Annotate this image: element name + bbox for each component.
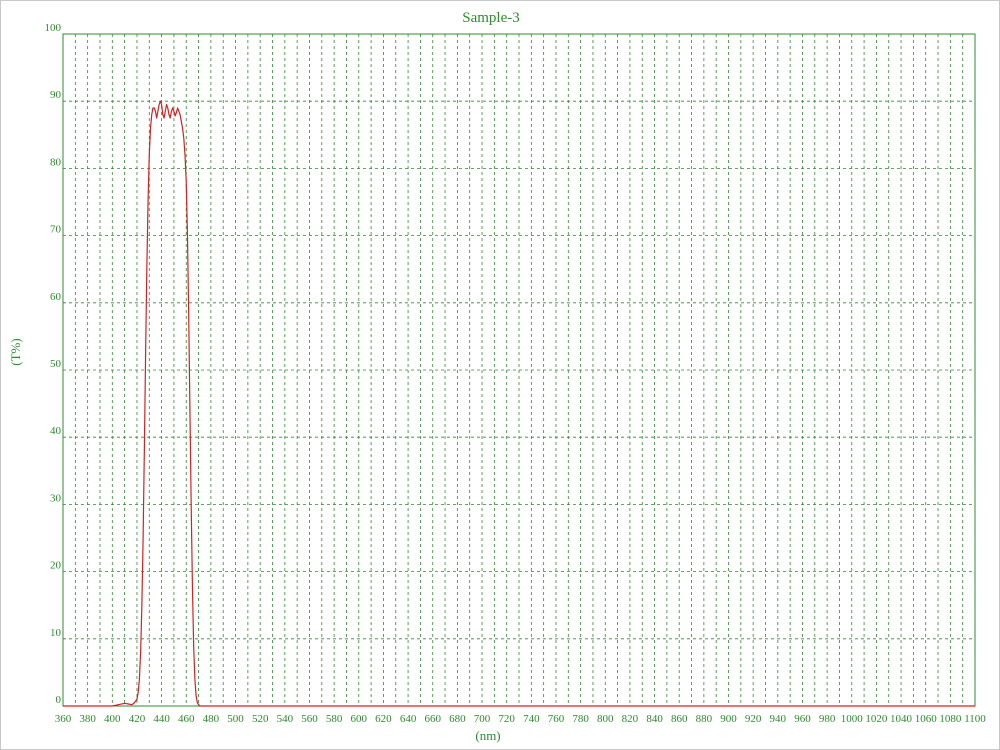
x-tick-label: 720 <box>498 713 515 725</box>
x-tick-label: 1000 <box>841 713 864 725</box>
window-border <box>0 0 1000 750</box>
chart-svg: Sample-3 0102030405060708090100 360 380 40… <box>0 0 1000 750</box>
x-tick-label: 780 <box>572 713 589 725</box>
x-tick-label: 1020 <box>865 713 888 725</box>
x-tick-label: 860 <box>671 713 688 725</box>
x-tick-label: 560 <box>301 713 318 725</box>
chart-title: Sample-3 <box>462 10 520 26</box>
x-tick-label: 440 <box>153 713 170 725</box>
x-tick-label: 640 <box>400 713 417 725</box>
x-tick-label: 540 <box>277 713 294 725</box>
x-tick-label: 940 <box>770 713 787 725</box>
x-tick-label: 760 <box>548 713 565 725</box>
x-tick-label: 380 <box>79 713 96 725</box>
y-axis-ticks: 0 10 20 30 40 50 60 70 80 90 100 <box>45 22 62 706</box>
x-tick-label: 360 <box>55 713 72 725</box>
x-tick-label: 620 <box>375 713 392 725</box>
x-tick-label: 1100 <box>964 713 986 725</box>
y-tick-label: 70 <box>50 224 62 236</box>
y-tick-label: 20 <box>50 560 62 572</box>
x-tick-label: 580 <box>326 713 343 725</box>
y-tick-label: 10 <box>50 627 62 639</box>
grid <box>63 34 975 706</box>
y-tick-label: 60 <box>50 291 62 303</box>
x-axis-label: (nm) <box>475 728 500 743</box>
x-tick-label: 1080 <box>939 713 962 725</box>
x-tick-label: 700 <box>474 713 491 725</box>
x-tick-label: 1040 <box>890 713 913 725</box>
y-tick-label: 90 <box>50 89 62 101</box>
x-tick-label: 400 <box>104 713 121 725</box>
x-axis-ticks: 360 380 400 420 440 460 480 500 520 540 560 580 600 6… <box>55 713 987 725</box>
x-tick-label: 480 <box>203 713 220 725</box>
y-tick-label: 0 <box>56 694 62 706</box>
x-tick-label: 680 <box>449 713 466 725</box>
y-tick-label: 40 <box>50 425 62 437</box>
x-tick-label: 820 <box>622 713 639 725</box>
x-tick-label: 840 <box>646 713 663 725</box>
x-tick-label: 800 <box>597 713 614 725</box>
x-tick-label: 420 <box>129 713 146 725</box>
y-tick-label: 80 <box>50 156 62 168</box>
x-tick-label: 980 <box>819 713 836 725</box>
y-tick-label: 30 <box>50 492 62 504</box>
x-tick-label: 1060 <box>915 713 938 725</box>
y-tick-label: 100 <box>45 22 62 34</box>
y-axis-label: (T%) <box>8 338 23 365</box>
x-tick-label: 600 <box>351 713 368 725</box>
x-tick-label: 880 <box>696 713 713 725</box>
x-tick-label: 460 <box>178 713 195 725</box>
x-tick-label: 920 <box>745 713 762 725</box>
x-tick-label: 660 <box>424 713 441 725</box>
x-tick-label: 740 <box>523 713 540 725</box>
x-tick-label: 960 <box>794 713 811 725</box>
x-tick-label: 520 <box>252 713 269 725</box>
x-tick-label: 900 <box>720 713 737 725</box>
x-tick-label: 500 <box>227 713 244 725</box>
y-tick-label: 50 <box>50 358 62 370</box>
